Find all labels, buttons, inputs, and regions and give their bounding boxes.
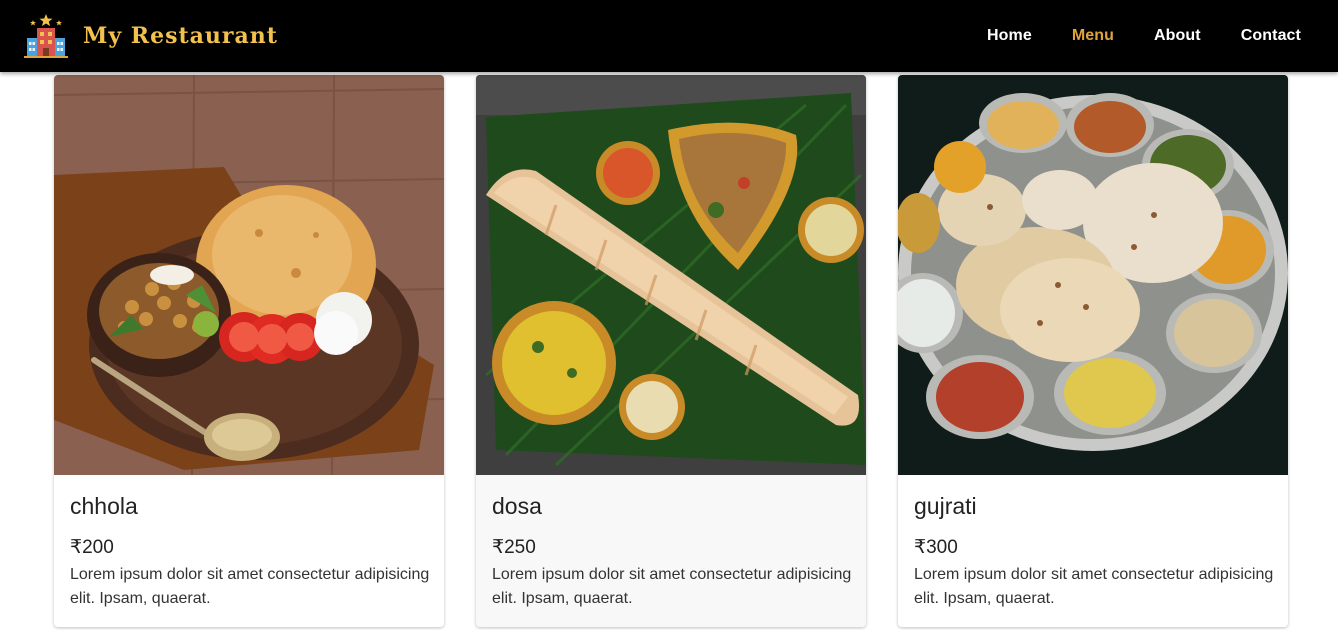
menu-item-price: ₹250 — [492, 537, 536, 558]
menu-item-price: ₹300 — [914, 537, 958, 558]
chhole-bhature-photo — [54, 75, 444, 475]
navbar: My Restaurant Home Menu About Contact — [0, 0, 1338, 72]
menu-item-name: dosa — [492, 493, 542, 519]
menu-item-description: Lorem ipsum dolor sit amet consectetur a… — [492, 566, 852, 607]
nav-home-link[interactable]: Home — [987, 27, 1032, 45]
menu-item-description: Lorem ipsum dolor sit amet consectetur a… — [914, 566, 1274, 607]
menu-card-dosa[interactable]: dosa ₹250 Lorem ipsum dolor sit amet con… — [476, 75, 866, 627]
menu-item-description: Lorem ipsum dolor sit amet consectetur a… — [70, 566, 430, 607]
menu-card-chhola[interactable]: chhola ₹200 Lorem ipsum dolor sit amet c… — [54, 75, 444, 627]
brand-name: My Restaurant — [83, 23, 278, 49]
menu-item-price: ₹200 — [70, 537, 114, 558]
restaurant-building-icon — [24, 14, 68, 58]
nav-about-link[interactable]: About — [1154, 27, 1201, 45]
nav-menu-link[interactable]: Menu — [1072, 27, 1114, 45]
brand-link[interactable]: My Restaurant — [22, 8, 278, 64]
menu-item-name: chhola — [70, 493, 138, 519]
nav-links: Home Menu About Contact — [947, 0, 1301, 72]
nav-contact-link[interactable]: Contact — [1241, 27, 1301, 45]
menu-item-name: gujrati — [914, 493, 977, 519]
gujarati-thali-photo — [898, 75, 1288, 475]
masala-dosa-photo — [476, 75, 866, 475]
menu-card-gujrati[interactable]: gujrati ₹300 Lorem ipsum dolor sit amet … — [898, 75, 1288, 627]
